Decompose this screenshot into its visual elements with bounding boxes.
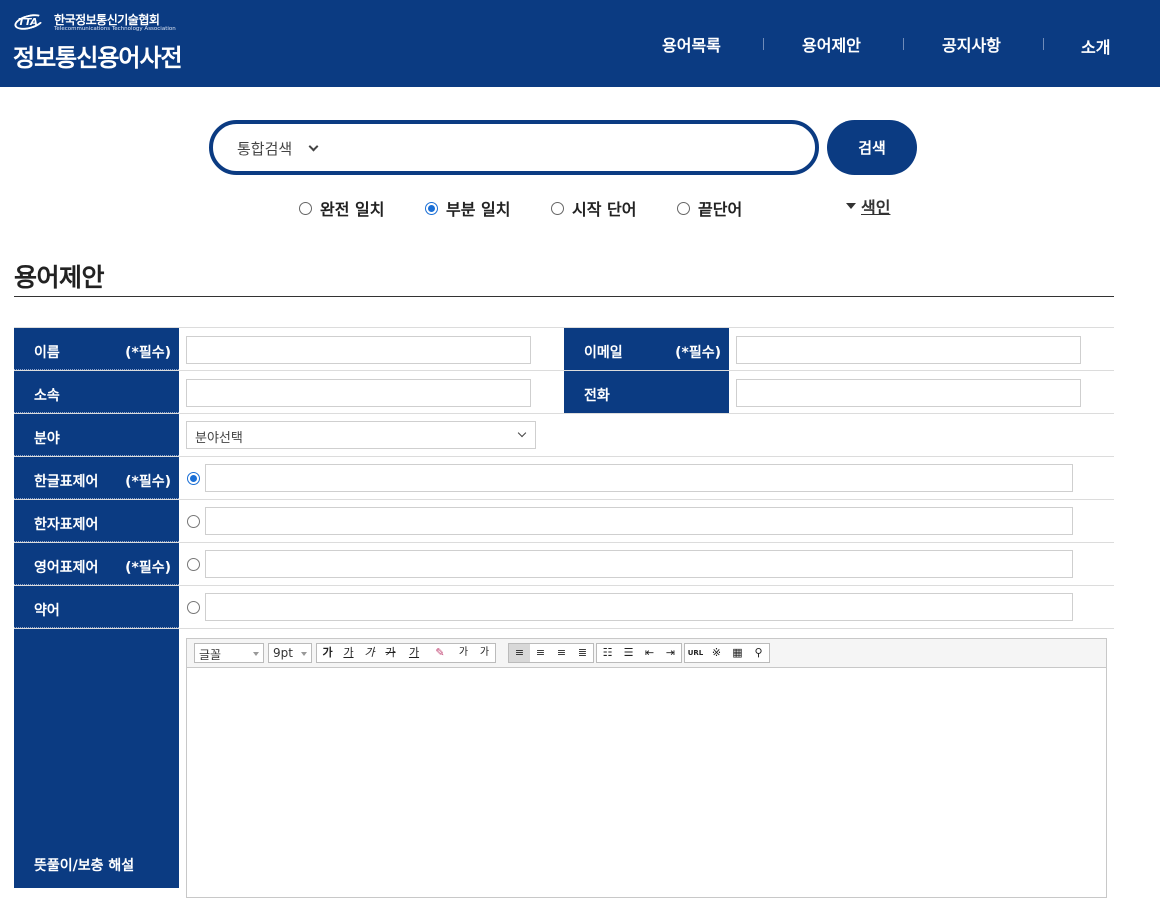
- radio-icon: [299, 201, 312, 215]
- form-row-affiliation-phone: 소속 전화: [14, 370, 1114, 413]
- affiliation-label: 소속: [14, 371, 179, 413]
- korean-term-radio[interactable]: [187, 472, 200, 485]
- form-row-name-email: 이름 (*필수) 이메일 (*필수): [14, 327, 1114, 370]
- bold-button[interactable]: 가: [317, 644, 338, 662]
- name-label: 이름 (*필수): [14, 328, 179, 370]
- ordered-list-icon[interactable]: ☷: [597, 644, 618, 662]
- insert-group: URL ※ ▦ ⚲: [684, 643, 770, 663]
- bullet-list-icon[interactable]: ☰: [618, 644, 639, 662]
- email-input[interactable]: [736, 336, 1081, 364]
- radio-selected-icon: [425, 201, 438, 215]
- match-exact-option[interactable]: 완전 일치: [299, 196, 384, 220]
- special-char-button[interactable]: ※: [706, 644, 727, 662]
- search-input[interactable]: [353, 132, 793, 164]
- korean-term-input[interactable]: [205, 464, 1073, 492]
- text-style-group: 가 가 가 가 가 ✎ 가 가: [316, 643, 496, 663]
- explanation-label: 뜻풀이/보충 해설: [14, 629, 179, 888]
- nav-divider: [903, 38, 904, 50]
- required-mark: (*필수): [125, 474, 171, 490]
- email-label: 이메일 (*필수): [564, 328, 729, 370]
- align-right-icon[interactable]: ≡: [551, 644, 572, 662]
- abbr-input[interactable]: [205, 593, 1073, 621]
- font-family-select[interactable]: 글꼴: [194, 643, 264, 663]
- underline-button[interactable]: 가: [338, 644, 359, 662]
- form-row-explanation: 뜻풀이/보충 해설 글꼴 9pt 가 가 가 가 가 ✎ 가 가 ≡ ≡ ≡ ≣…: [14, 628, 1114, 898]
- align-group: ≡ ≡ ≡ ≣: [508, 643, 594, 663]
- nav-notice[interactable]: 공지사항: [942, 32, 1001, 56]
- italic-button[interactable]: 가: [359, 644, 380, 662]
- highlight-color-icon[interactable]: ✎: [427, 644, 453, 662]
- phone-label: 전화: [564, 371, 729, 413]
- tta-logo[interactable]: TTA 한국정보통신기술협회 Telecommunications Techno…: [12, 11, 176, 33]
- form-row-hanja: 한자표제어: [14, 499, 1114, 542]
- english-term-radio[interactable]: [187, 558, 200, 571]
- form-row-field: 분야 분야선택: [14, 413, 1114, 456]
- nav-term-suggest[interactable]: 용어제안: [802, 32, 861, 56]
- align-center-icon[interactable]: ≡: [530, 644, 551, 662]
- radio-icon: [677, 201, 690, 215]
- hanja-term-input[interactable]: [205, 507, 1073, 535]
- strikethrough-button[interactable]: 가: [380, 644, 401, 662]
- match-start-option[interactable]: 시작 단어: [551, 196, 636, 220]
- match-partial-option[interactable]: 부분 일치: [425, 196, 510, 220]
- english-term-label: 영어표제어 (*필수): [14, 543, 179, 585]
- org-name-kr: 한국정보통신기술협회: [54, 13, 160, 27]
- nav-divider: [763, 38, 764, 50]
- chevron-down-icon: [517, 428, 527, 438]
- required-mark: (*필수): [675, 345, 721, 361]
- match-end-option[interactable]: 끝단어: [677, 196, 742, 220]
- chevron-down-icon: [308, 141, 319, 152]
- form-row-korean: 한글표제어 (*필수): [14, 456, 1114, 499]
- english-term-input[interactable]: [205, 550, 1073, 578]
- required-mark: (*필수): [125, 345, 171, 361]
- abbr-label: 약어: [14, 586, 179, 628]
- align-justify-icon[interactable]: ≣: [572, 644, 593, 662]
- triangle-down-icon: [846, 203, 856, 209]
- font-color-button[interactable]: 가: [401, 644, 427, 662]
- rich-text-editor: 글꼴 9pt 가 가 가 가 가 ✎ 가 가 ≡ ≡ ≡ ≣ ☷ ☰ ⇤ ⇥ U…: [186, 638, 1107, 898]
- subscript-button[interactable]: 가: [474, 644, 495, 662]
- list-group: ☷ ☰ ⇤ ⇥: [596, 643, 682, 663]
- align-left-icon[interactable]: ≡: [509, 644, 530, 662]
- font-size-select[interactable]: 9pt: [268, 643, 312, 663]
- search-icon[interactable]: ⚲: [748, 644, 769, 662]
- tta-logo-icon: TTA: [12, 11, 46, 33]
- form-row-english: 영어표제어 (*필수): [14, 542, 1114, 585]
- name-input[interactable]: [186, 336, 531, 364]
- abbr-radio[interactable]: [187, 601, 200, 614]
- org-name-en: Telecommunications Technology Associatio…: [54, 26, 176, 32]
- title-divider: [14, 296, 1114, 297]
- page-title: 용어제안: [14, 263, 105, 292]
- korean-term-label: 한글표제어 (*필수): [14, 457, 179, 499]
- hanja-term-radio[interactable]: [187, 515, 200, 528]
- field-select[interactable]: 분야선택: [186, 421, 536, 449]
- hanja-term-label: 한자표제어: [14, 500, 179, 542]
- radio-icon: [551, 201, 564, 215]
- nav-about[interactable]: 소개: [1081, 34, 1110, 58]
- editor-toolbar: 글꼴 9pt 가 가 가 가 가 ✎ 가 가 ≡ ≡ ≡ ≣ ☷ ☰ ⇤ ⇥ U…: [187, 639, 1106, 668]
- index-toggle[interactable]: 색인: [846, 194, 890, 218]
- field-label: 분야: [14, 414, 179, 456]
- site-title[interactable]: 정보통신용어사전: [13, 38, 183, 73]
- search-scope-select[interactable]: 통합검색: [237, 138, 319, 159]
- search-button[interactable]: 검색: [827, 120, 917, 175]
- form-row-abbr: 약어: [14, 585, 1114, 628]
- site-header: TTA 한국정보통신기술협회 Telecommunications Techno…: [0, 0, 1160, 87]
- outdent-icon[interactable]: ⇤: [639, 644, 660, 662]
- affiliation-input[interactable]: [186, 379, 531, 407]
- indent-icon[interactable]: ⇥: [660, 644, 681, 662]
- editor-content-area[interactable]: [187, 668, 1106, 897]
- table-icon[interactable]: ▦: [727, 644, 748, 662]
- search-box: 통합검색: [209, 120, 819, 175]
- superscript-button[interactable]: 가: [453, 644, 474, 662]
- phone-input[interactable]: [736, 379, 1081, 407]
- nav-term-list[interactable]: 용어목록: [662, 32, 721, 56]
- link-button[interactable]: URL: [685, 644, 706, 662]
- nav-divider: [1043, 38, 1044, 50]
- required-mark: (*필수): [125, 560, 171, 576]
